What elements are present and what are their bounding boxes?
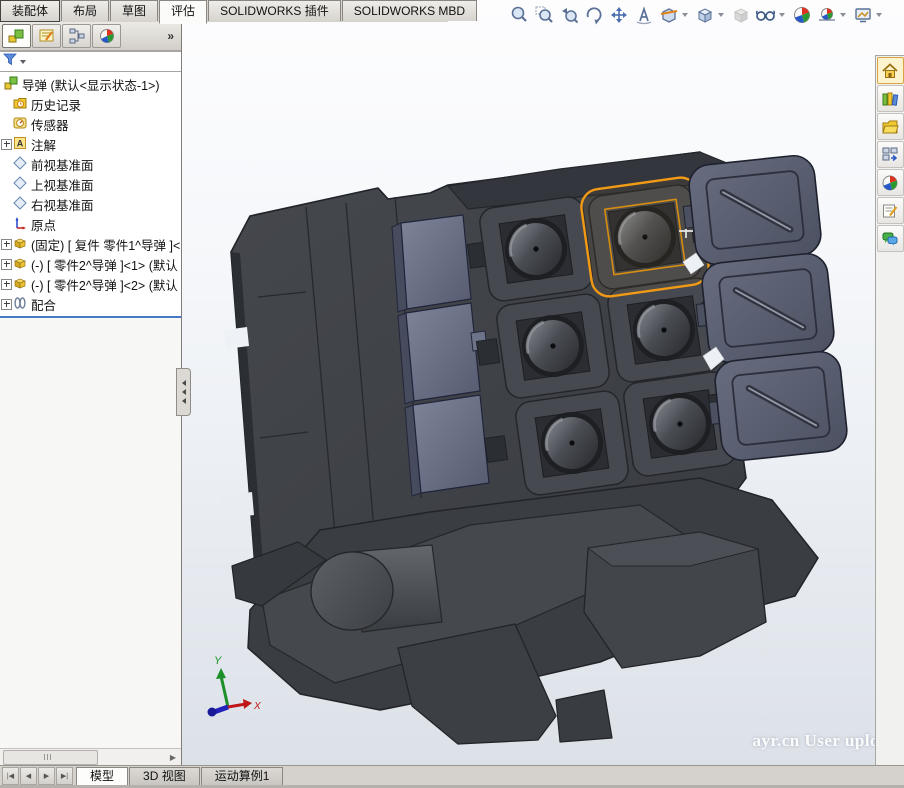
command-manager-tabs: 装配体 布局 草图 评估 SOLIDWORKS 插件 SOLIDWORKS MB… — [0, 0, 448, 22]
tree-item-top-plane[interactable]: 上视基准面 — [0, 174, 181, 194]
custom-properties-icon[interactable] — [877, 197, 904, 224]
assembly-icon — [4, 76, 18, 93]
tree-item-history[interactable]: 历史记录 — [0, 94, 181, 114]
tab-scroll-prev-icon[interactable]: ◀ — [20, 767, 37, 785]
model-canvas: Y X — [182, 0, 904, 765]
panel-empty-area — [0, 318, 181, 748]
plane-icon — [13, 156, 27, 173]
filter-dropdown-caret[interactable] — [20, 60, 26, 64]
graphics-area[interactable]: Y X ayr.cn User upload — [182, 0, 904, 765]
appearances-icon[interactable] — [877, 169, 904, 196]
feature-tree: 导弹 (默认<显示状态-1>) 历史记录 传感器 A 注解 前视基准面 — [0, 72, 181, 318]
tree-item-part2-instance1[interactable]: (-) [ 零件2^导弹 ]<1> (默认 — [0, 254, 181, 274]
hide-show-items-caret[interactable] — [779, 13, 785, 17]
forum-icon[interactable] — [877, 225, 904, 252]
tab-scroll-last-icon[interactable]: ▶| — [56, 767, 73, 785]
panel-horizontal-scrollbar[interactable]: ▶ — [0, 748, 181, 765]
scrollbar-right-arrow-icon[interactable]: ▶ — [167, 751, 179, 763]
zoom-to-fit-icon[interactable] — [506, 2, 531, 27]
panel-tabs-overflow[interactable]: » — [162, 29, 179, 43]
file-explorer-icon[interactable] — [877, 113, 904, 140]
scrollbar-thumb[interactable] — [3, 750, 98, 765]
tab-solidworks-addins[interactable]: SOLIDWORKS 插件 — [208, 0, 341, 21]
panel-tab-bar: » — [0, 22, 181, 51]
tree-item-mates[interactable]: 配合 — [0, 294, 181, 314]
tab-sketch[interactable]: 草图 — [110, 0, 158, 21]
view-orientation-icon[interactable] — [692, 2, 717, 27]
tree-item-right-plane[interactable]: 右视基准面 — [0, 194, 181, 214]
previous-view-icon[interactable] — [556, 2, 581, 27]
feature-manager-panel: » 导弹 (默认<显示状态-1>) 历史记录 传感器 — [0, 22, 182, 765]
solidworks-window: Y X ayr.cn User upload 装配体 布局 草图 评估 SOLI… — [0, 0, 904, 788]
part-icon — [13, 276, 27, 293]
expand-icon[interactable] — [1, 139, 12, 150]
view-settings-caret[interactable] — [876, 13, 882, 17]
pan-icon[interactable] — [606, 2, 631, 27]
view-palette-icon[interactable] — [877, 141, 904, 168]
rotate-view-icon[interactable] — [581, 2, 606, 27]
svg-text:X: X — [253, 701, 261, 712]
tree-root-assembly[interactable]: 导弹 (默认<显示状态-1>) — [0, 74, 181, 94]
tab-model[interactable]: 模型 — [76, 767, 128, 786]
tab-scroll-buttons: |◀ ◀ ▶ ▶| — [2, 767, 74, 785]
plane-icon — [13, 196, 27, 213]
configuration-manager-tab[interactable] — [62, 24, 91, 48]
filter-funnel-icon[interactable] — [3, 53, 17, 71]
tab-evaluate[interactable]: 评估 — [159, 0, 207, 24]
expand-icon[interactable] — [1, 299, 12, 310]
history-folder-icon — [13, 96, 27, 113]
3d-drawing-view-icon[interactable] — [631, 2, 656, 27]
tab-motion-study-1[interactable]: 运动算例1 — [201, 767, 284, 786]
reference-triad: Y X — [208, 655, 262, 717]
svg-text:Y: Y — [214, 655, 222, 667]
mates-icon — [13, 296, 27, 313]
tree-item-part1-fixed[interactable]: (固定) [ 复件 零件1^导弹 ]< — [0, 234, 181, 254]
zoom-to-area-icon[interactable] — [531, 2, 556, 27]
part-icon — [13, 256, 27, 273]
panel-collapse-handle[interactable] — [176, 368, 191, 416]
tab-scroll-first-icon[interactable]: |◀ — [2, 767, 19, 785]
part-icon — [13, 236, 27, 253]
hide-show-items-icon[interactable] — [753, 2, 778, 27]
expand-icon[interactable] — [1, 259, 12, 270]
apply-scene-caret[interactable] — [840, 13, 846, 17]
view-settings-icon[interactable] — [850, 2, 875, 27]
sensors-icon — [13, 116, 27, 133]
tree-item-part2-instance2[interactable]: (-) [ 零件2^导弹 ]<2> (默认 — [0, 274, 181, 294]
tab-3d-views[interactable]: 3D 视图 — [129, 767, 200, 786]
apply-scene-icon[interactable] — [814, 2, 839, 27]
tab-scroll-next-icon[interactable]: ▶ — [38, 767, 55, 785]
section-view-caret[interactable] — [682, 13, 688, 17]
view-orientation-caret[interactable] — [718, 13, 724, 17]
property-manager-tab[interactable] — [32, 24, 61, 48]
tab-assembly[interactable]: 装配体 — [0, 0, 60, 22]
feature-manager-tree-tab[interactable] — [2, 24, 31, 48]
expand-icon[interactable] — [1, 239, 12, 250]
tree-item-origin[interactable]: 原点 — [0, 214, 181, 234]
missile-launcher-model[interactable]: Y X — [208, 152, 849, 744]
origin-icon — [13, 216, 27, 233]
tree-item-front-plane[interactable]: 前视基准面 — [0, 154, 181, 174]
svg-text:A: A — [17, 138, 24, 148]
expand-icon[interactable] — [1, 279, 12, 290]
annotations-icon: A — [13, 136, 27, 153]
plane-icon — [13, 176, 27, 193]
display-style-icon[interactable] — [728, 2, 753, 27]
bottom-tab-bar: |◀ ◀ ▶ ▶| 模型 3D 视图 运动算例1 — [0, 765, 904, 788]
tree-filter-row — [0, 51, 181, 72]
task-pane — [875, 55, 904, 765]
display-manager-tab[interactable] — [92, 24, 121, 48]
tab-layout[interactable]: 布局 — [61, 0, 109, 21]
tree-item-annotations[interactable]: A 注解 — [0, 134, 181, 154]
section-view-icon[interactable] — [656, 2, 681, 27]
edit-appearance-icon[interactable] — [789, 2, 814, 27]
tab-solidworks-mbd[interactable]: SOLIDWORKS MBD — [342, 0, 477, 21]
tree-item-sensors[interactable]: 传感器 — [0, 114, 181, 134]
heads-up-toolbar — [506, 1, 886, 28]
design-library-icon[interactable] — [877, 85, 904, 112]
home-icon[interactable] — [877, 57, 904, 84]
